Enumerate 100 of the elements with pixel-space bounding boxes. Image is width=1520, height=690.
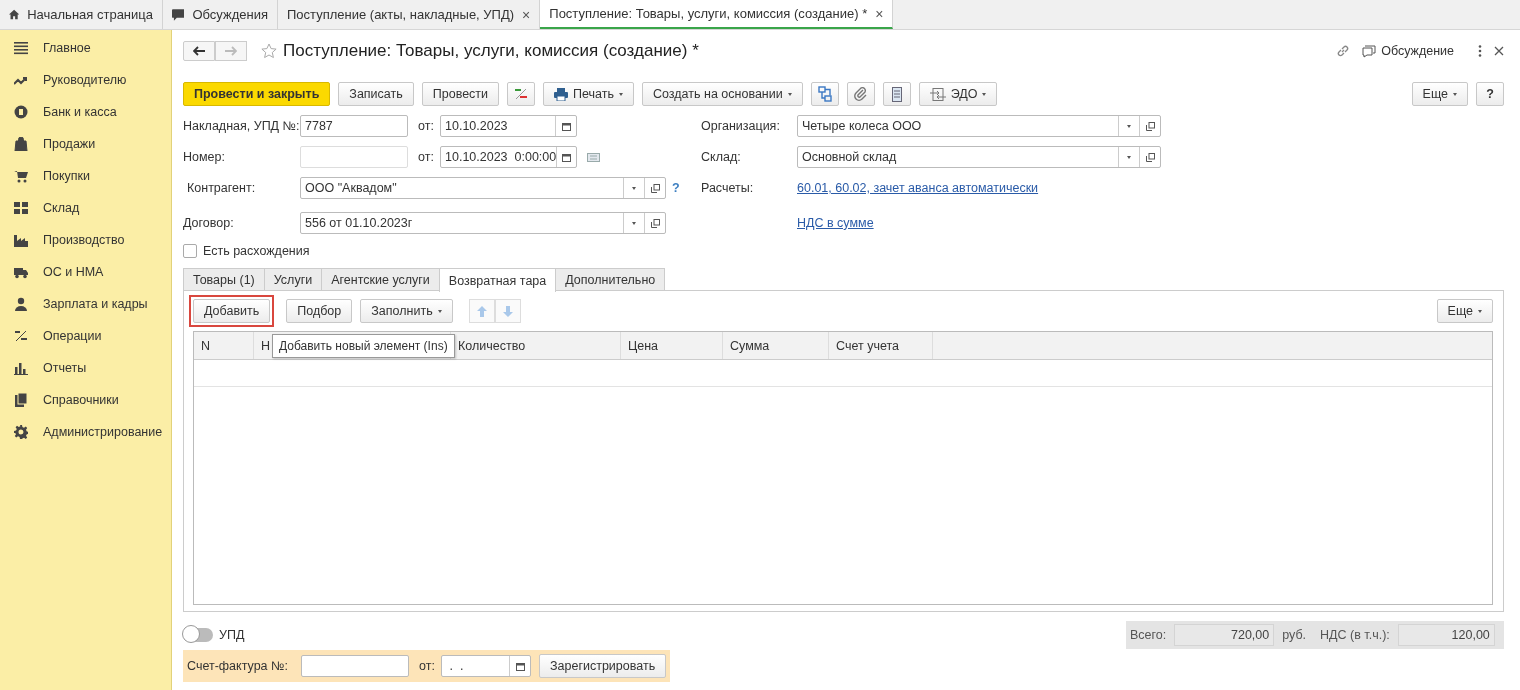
tab[interactable]: Товары (1) bbox=[183, 268, 265, 290]
date-time-field[interactable]: 10.10.2023 0:00:00 bbox=[440, 146, 577, 168]
sidebar-item[interactable]: Покупки bbox=[0, 160, 171, 192]
sidebar-item[interactable]: Операции bbox=[0, 320, 171, 352]
up-arrow-icon bbox=[476, 305, 487, 317]
pick-button[interactable]: Подбор bbox=[286, 299, 353, 323]
toolbar-button[interactable]: Записать bbox=[338, 82, 414, 106]
more-button[interactable]: Еще bbox=[1411, 82, 1468, 106]
move-up-button[interactable] bbox=[468, 299, 495, 323]
settlements-link[interactable]: 60.01, 60.02, зачет аванса автоматически bbox=[797, 181, 1039, 195]
help-button[interactable]: ? bbox=[1476, 82, 1504, 106]
ledger-icon bbox=[514, 87, 529, 101]
tab[interactable]: Услуги bbox=[263, 268, 323, 290]
vat-label: НДС (в т.ч.): bbox=[1320, 628, 1390, 642]
sidebar-item[interactable]: Отчеты bbox=[0, 352, 171, 384]
toolbar-button[interactable]: Провести bbox=[421, 82, 500, 106]
down-arrow-icon bbox=[502, 305, 513, 317]
dropdown-button[interactable]: Печать bbox=[543, 82, 634, 106]
organization-field[interactable]: Четыре колеса ООО bbox=[797, 115, 1161, 137]
form-title: Поступление: Товары, услуги, комиссия (создание) * bbox=[283, 41, 699, 61]
move-down-button[interactable] bbox=[494, 299, 521, 323]
column-header[interactable]: Количество bbox=[458, 338, 526, 353]
back-arrow-icon bbox=[193, 46, 205, 56]
field-label: Склад: bbox=[701, 150, 742, 164]
column-header[interactable]: Сумма bbox=[730, 338, 770, 353]
sidebar-item[interactable]: Производство bbox=[0, 224, 171, 256]
calendar-icon bbox=[515, 661, 525, 671]
tab[interactable]: Возвратная тара bbox=[438, 268, 557, 292]
contract-field[interactable]: 556 от 01.10.2023г bbox=[300, 212, 666, 234]
number-field[interactable] bbox=[300, 146, 408, 168]
field-label: от: bbox=[418, 119, 435, 133]
sidebar-item[interactable]: ОС и НМА bbox=[0, 256, 171, 288]
sidebar-item[interactable]: Справочники bbox=[0, 384, 171, 416]
back-button[interactable] bbox=[183, 41, 215, 61]
date-field[interactable]: 10.10.2023 bbox=[440, 115, 577, 137]
caret-icon bbox=[1127, 124, 1131, 128]
forward-arrow-icon bbox=[225, 46, 237, 56]
discussion-button[interactable]: Обсуждение bbox=[1362, 44, 1454, 58]
grid-icon bbox=[14, 201, 28, 215]
more-button[interactable]: Еще bbox=[1436, 299, 1493, 323]
tab[interactable]: Агентские услуги bbox=[321, 268, 440, 290]
dropdown-button[interactable]: ЭДО bbox=[918, 82, 998, 106]
sidebar-item[interactable]: Зарплата и кадры bbox=[0, 288, 171, 320]
bag-icon bbox=[14, 137, 28, 151]
sidebar-item[interactable]: Продажи bbox=[0, 128, 171, 160]
post-and-close-button[interactable]: Провести и закрыть bbox=[183, 82, 331, 106]
column-header[interactable]: Цена bbox=[628, 338, 659, 353]
counterparty-field[interactable]: ООО "Аквадом" bbox=[300, 177, 666, 199]
date-field[interactable]: . . bbox=[441, 655, 531, 677]
currency-label: руб. bbox=[1282, 628, 1307, 642]
more-icon[interactable] bbox=[1478, 45, 1482, 57]
sidebar-item[interactable]: Банк и касса bbox=[0, 96, 171, 128]
toolbar-icon-button[interactable] bbox=[810, 82, 839, 106]
caret-icon bbox=[437, 309, 442, 313]
register-button[interactable]: Зарегистрировать bbox=[539, 654, 667, 678]
sidebar-item[interactable]: Склад bbox=[0, 192, 171, 224]
paperclip-icon bbox=[853, 87, 868, 101]
link-icon[interactable] bbox=[1336, 44, 1351, 58]
window-tab[interactable]: Начальная страница bbox=[0, 0, 163, 29]
document-exchange-icon bbox=[929, 87, 946, 101]
open-icon bbox=[1145, 152, 1155, 162]
chat-icon bbox=[172, 8, 185, 21]
tab[interactable]: Дополнительно bbox=[555, 268, 666, 290]
star-icon[interactable] bbox=[261, 43, 277, 59]
ledger-icon bbox=[14, 329, 28, 343]
column-header[interactable]: N bbox=[201, 338, 211, 353]
coin-icon bbox=[14, 105, 28, 119]
dropdown-button[interactable]: Создать на основании bbox=[642, 82, 803, 106]
column-header[interactable]: Счет учета bbox=[836, 338, 899, 353]
close-icon[interactable] bbox=[1494, 46, 1504, 56]
checkbox[interactable] bbox=[183, 244, 197, 258]
invoice-number-field[interactable] bbox=[301, 655, 409, 677]
warehouse-field[interactable]: Основной склад bbox=[797, 146, 1161, 168]
invoice-number-field[interactable]: 7787 bbox=[300, 115, 408, 137]
toggle-label: УПД bbox=[219, 628, 245, 642]
field-label: Расчеты: bbox=[701, 181, 755, 195]
window-tab[interactable]: Обсуждения bbox=[163, 0, 278, 29]
column-header[interactable]: Н bbox=[261, 338, 271, 353]
sidebar-item[interactable]: Главное bbox=[0, 32, 171, 64]
vat-link[interactable]: НДС в сумме bbox=[797, 216, 874, 230]
help-link[interactable]: ? bbox=[672, 181, 680, 195]
sidebar-item[interactable]: Руководителю bbox=[0, 64, 171, 96]
toolbar-icon-button[interactable] bbox=[507, 82, 536, 106]
calendar-icon bbox=[562, 152, 572, 162]
sidebar-item[interactable]: Администрирование bbox=[0, 416, 171, 448]
fill-button[interactable]: Заполнить bbox=[360, 299, 453, 323]
toggle-switch[interactable] bbox=[183, 628, 213, 642]
keyboard-icon[interactable] bbox=[587, 152, 600, 162]
open-icon bbox=[650, 218, 660, 228]
open-icon bbox=[650, 183, 660, 193]
menu-icon bbox=[14, 41, 28, 55]
close-icon[interactable]: × bbox=[522, 6, 531, 23]
toolbar-icon-button[interactable] bbox=[882, 82, 911, 106]
close-icon[interactable]: × bbox=[875, 5, 884, 22]
toolbar-icon-button[interactable] bbox=[846, 82, 875, 106]
field-label: от: bbox=[418, 150, 435, 164]
window-tab[interactable]: Поступление: Товары, услуги, комиссия (создание) * × bbox=[540, 0, 894, 29]
add-button[interactable]: Добавить bbox=[193, 299, 271, 323]
vat-value: 120,00 bbox=[1397, 624, 1495, 646]
field-label: от: bbox=[419, 659, 436, 673]
